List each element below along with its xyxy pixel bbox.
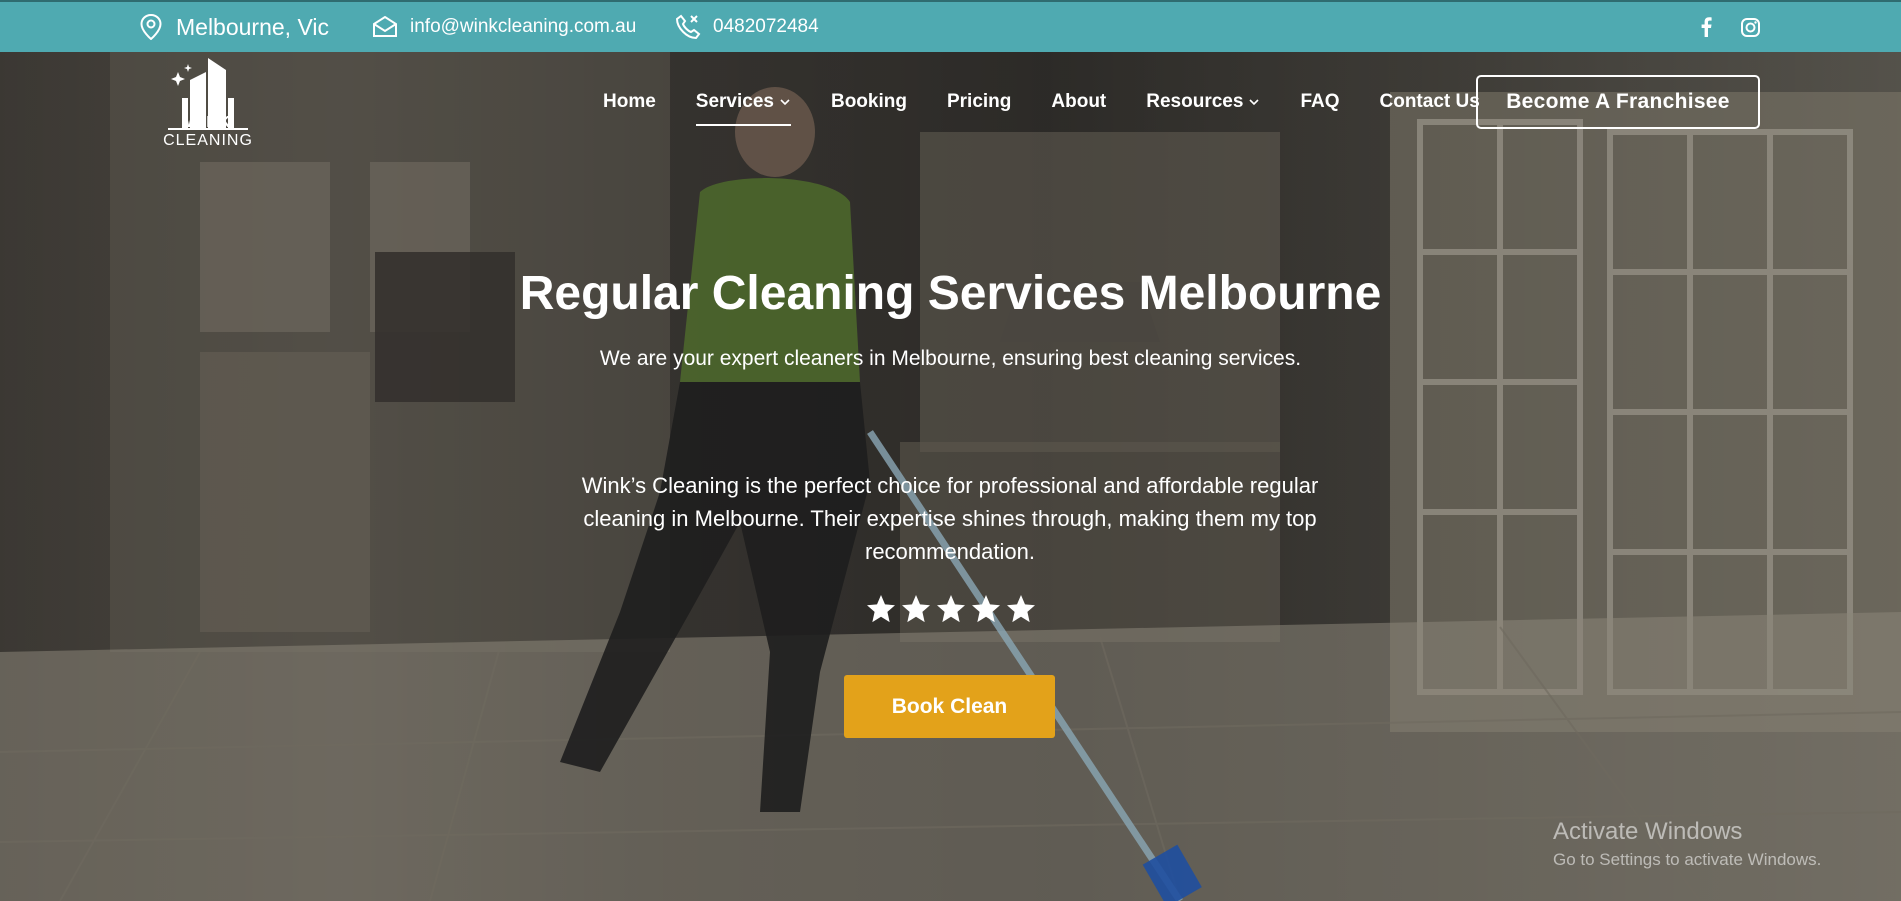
nav-label: About xyxy=(1051,91,1107,112)
nav-item-faq[interactable]: FAQ xyxy=(1300,86,1339,118)
email-link[interactable]: info@winkcleaning.com.au xyxy=(372,2,636,52)
hero-subtitle: We are your expert cleaners in Melbourne… xyxy=(599,347,1302,370)
main-navigation: Home Services Booking Pricing About Reso… xyxy=(603,86,1520,126)
star-icon xyxy=(971,595,1000,623)
nav-item-home[interactable]: Home xyxy=(603,86,656,118)
facebook-icon[interactable] xyxy=(1695,16,1717,38)
top-contact-bar: Melbourne, Vic info@winkcleaning.com.au … xyxy=(0,0,1901,52)
star-icon xyxy=(936,595,965,623)
chevron-down-icon xyxy=(779,96,791,108)
phone-link[interactable]: 0482072484 xyxy=(675,2,819,52)
nav-label: Home xyxy=(603,91,656,112)
nav-item-services[interactable]: Services xyxy=(695,86,792,126)
nav-label: Contact Us xyxy=(1379,91,1480,112)
rating-stars xyxy=(0,593,1901,625)
nav-label: Pricing xyxy=(946,91,1012,112)
become-franchisee-button[interactable]: Become A Franchisee xyxy=(1476,75,1760,129)
wink-cleaning-logo[interactable]: WINK CLEANING xyxy=(138,58,278,150)
nav-item-booking[interactable]: Booking xyxy=(831,86,907,118)
star-icon xyxy=(901,595,930,623)
phone-icon xyxy=(675,14,701,40)
activate-windows-watermark: Activate Windows Go to Settings to activ… xyxy=(1553,818,1821,870)
instagram-icon[interactable] xyxy=(1739,16,1761,38)
email-text: info@winkcleaning.com.au xyxy=(410,16,637,37)
hero-title: Regular Cleaning Services Melbourne xyxy=(519,267,1382,320)
nav-label: Resources xyxy=(1146,91,1244,112)
location-text: Melbourne, Vic xyxy=(176,13,329,40)
location-info: Melbourne, Vic xyxy=(138,2,329,52)
star-icon xyxy=(1006,595,1035,623)
nav-item-contact-us[interactable]: Contact Us xyxy=(1380,86,1480,118)
envelope-icon xyxy=(372,14,398,40)
activate-windows-hint: Go to Settings to activate Windows. xyxy=(1553,850,1822,869)
nav-item-pricing[interactable]: Pricing xyxy=(947,86,1011,118)
logo-brand-light: CLEANING xyxy=(163,132,253,149)
star-icon xyxy=(866,595,895,623)
phone-text: 0482072484 xyxy=(713,16,819,37)
chevron-down-icon xyxy=(1248,96,1260,108)
book-clean-button[interactable]: Book Clean xyxy=(844,675,1055,738)
testimonial-text: Wink’s Cleaning is the perfect choice fo… xyxy=(581,473,1319,564)
social-links xyxy=(1695,2,1761,52)
nav-label: Services xyxy=(695,91,774,112)
map-pin-icon xyxy=(138,14,164,40)
logo-brand-bold: WINK xyxy=(184,114,232,131)
nav-label: FAQ xyxy=(1300,91,1340,112)
activate-windows-title: Activate Windows xyxy=(1553,818,1743,845)
nav-item-resources[interactable]: Resources xyxy=(1146,86,1260,118)
logo-text: WINK CLEANING xyxy=(138,114,278,150)
nav-label: Booking xyxy=(830,91,907,112)
hero-section: WINK CLEANING Home Services Booking Pric… xyxy=(0,52,1901,901)
nav-item-about[interactable]: About xyxy=(1051,86,1106,118)
